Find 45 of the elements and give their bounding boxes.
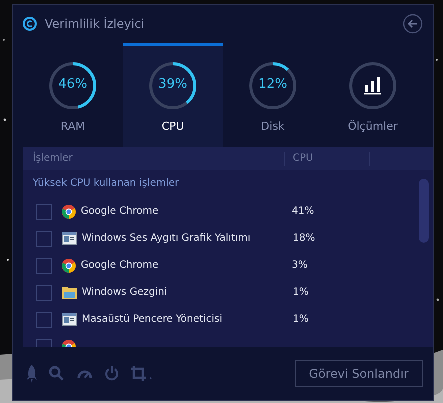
chrome-icon bbox=[62, 258, 76, 272]
percent-value: 12% bbox=[258, 77, 288, 92]
row-checkbox[interactable] bbox=[36, 258, 52, 274]
process-name: Google Chrome bbox=[81, 260, 160, 271]
back-icon[interactable] bbox=[403, 14, 423, 34]
window-icon bbox=[62, 232, 77, 245]
folder-icon bbox=[62, 286, 77, 299]
speedometer-icon[interactable] bbox=[77, 368, 93, 380]
tab-label: CPU bbox=[162, 120, 184, 133]
metric-tab[interactable]: 12% Disk bbox=[223, 43, 323, 147]
column-header[interactable]: İşlemler bbox=[23, 152, 285, 166]
process-name: Windows Gezgini bbox=[82, 287, 168, 298]
search-icon[interactable] bbox=[49, 366, 65, 382]
percent-value: 46% bbox=[58, 77, 88, 92]
process-name: Google Chrome bbox=[81, 206, 160, 217]
chrome-icon bbox=[62, 204, 76, 218]
column-header[interactable]: CPU bbox=[285, 152, 370, 166]
metric-tab[interactable]: 39% CPU bbox=[123, 43, 223, 147]
scrollbar[interactable] bbox=[419, 179, 429, 243]
cpu-value: 1% bbox=[293, 314, 309, 325]
window-title: Verimlilik İzleyici bbox=[45, 17, 146, 31]
tab-label: RAM bbox=[60, 120, 86, 133]
end-task-button[interactable]: Görevi Sonlandır bbox=[295, 360, 423, 387]
group-heading: Yüksek CPU kullanan işlemler bbox=[32, 177, 180, 191]
cpu-value: 18% bbox=[293, 233, 316, 244]
row-checkbox[interactable] bbox=[36, 312, 52, 328]
percent-value: 39% bbox=[158, 77, 188, 92]
cpu-value: 3% bbox=[292, 260, 308, 271]
window-icon bbox=[62, 313, 77, 326]
rocket-icon[interactable] bbox=[27, 364, 37, 382]
cpu-value: 1% bbox=[293, 287, 309, 298]
row-checkbox[interactable] bbox=[36, 284, 52, 300]
crop-icon[interactable] bbox=[131, 366, 153, 382]
power-icon[interactable] bbox=[105, 366, 119, 381]
metric-tab[interactable]: Ölçümler bbox=[323, 43, 423, 147]
tab-label: Disk bbox=[261, 120, 285, 133]
row-checkbox[interactable] bbox=[36, 204, 52, 220]
tab-label: Ölçümler bbox=[348, 120, 398, 133]
process-name: Windows Ses Aygıtı Grafik Yalıtımı bbox=[82, 233, 252, 244]
cpu-value: 41% bbox=[292, 206, 314, 217]
bar-chart-icon bbox=[347, 60, 399, 112]
row-checkbox[interactable] bbox=[36, 230, 52, 246]
app-logo-icon bbox=[23, 17, 37, 31]
metric-tab[interactable]: 46% RAM bbox=[23, 43, 123, 147]
process-name: Masaüstü Pencere Yöneticisi bbox=[82, 314, 224, 325]
